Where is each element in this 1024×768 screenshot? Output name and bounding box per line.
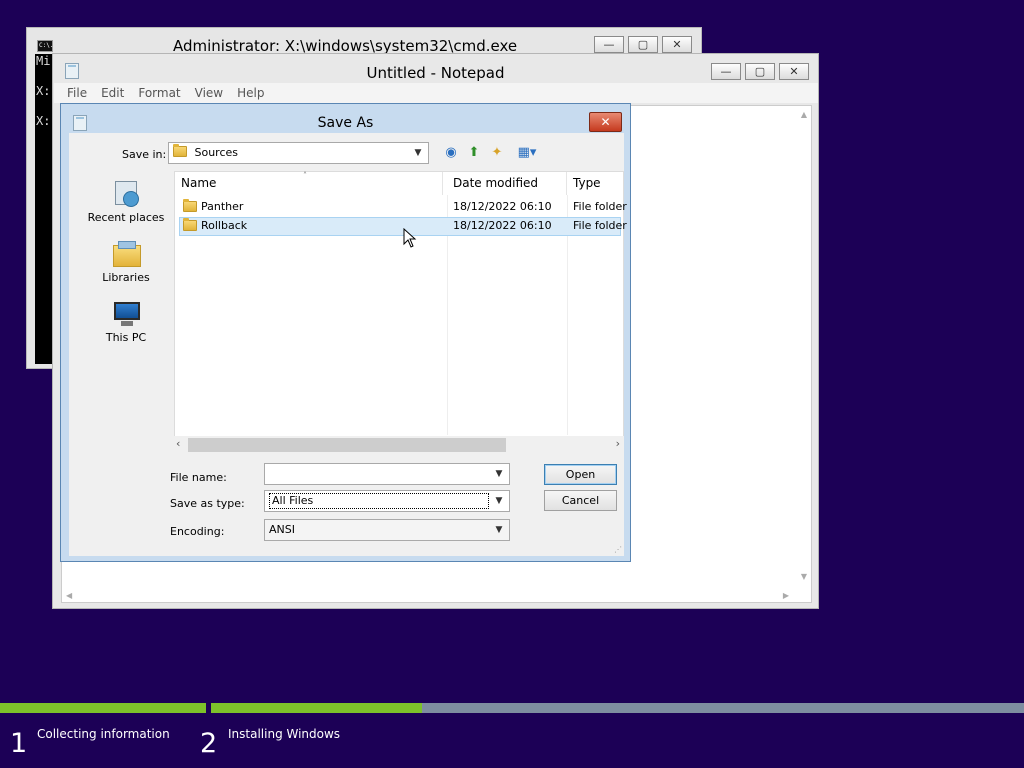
save-in-combo[interactable]: Sources ▼: [168, 142, 429, 164]
notepad-title: Untitled - Notepad: [366, 64, 505, 82]
cmd-close-button[interactable]: ✕: [662, 36, 692, 53]
cmd-minimize-button[interactable]: —: [594, 36, 624, 53]
save-as-type-select[interactable]: All Files ▼: [264, 490, 510, 512]
folder-icon: [183, 218, 197, 231]
place-libraries[interactable]: Libraries: [77, 239, 175, 284]
scroll-thumb[interactable]: [188, 438, 506, 452]
scroll-down-icon[interactable]: ▼: [801, 572, 807, 581]
scroll-right-icon[interactable]: ▶: [783, 591, 789, 600]
date-cell: 18/12/2022 06:10: [453, 219, 552, 232]
recent-places-icon: [111, 179, 141, 209]
cmd-icon: C:\.: [37, 40, 53, 52]
file-name-input[interactable]: ▼: [264, 463, 510, 485]
dialog-close-button[interactable]: ✕: [589, 112, 622, 132]
scroll-left-icon[interactable]: ◀: [66, 591, 72, 600]
save-as-dialog[interactable]: Save As ✕ Save in: Sources ▼ ◉ ⬆ ✦ ▦▾ Re…: [60, 103, 631, 562]
file-name-cell: Rollback: [201, 219, 248, 232]
step2-progress-bar: [211, 703, 1024, 713]
menu-help[interactable]: Help: [230, 83, 271, 103]
libraries-icon: [111, 239, 141, 269]
new-folder-icon[interactable]: ✦: [488, 143, 506, 161]
table-row-selected[interactable]: Rollback 18/12/2022 06:10 File folder: [179, 217, 627, 236]
chevron-down-icon[interactable]: ▼: [491, 520, 507, 540]
date-cell: 18/12/2022 06:10: [453, 200, 552, 213]
folder-icon: [183, 199, 197, 212]
cancel-button[interactable]: Cancel: [544, 490, 617, 511]
save-as-type-value: All Files: [269, 493, 489, 509]
resize-grip-icon[interactable]: ⋰: [614, 545, 622, 554]
place-recent[interactable]: Recent places: [77, 179, 175, 224]
column-header-type[interactable]: Type: [567, 172, 623, 195]
chevron-down-icon[interactable]: ▼: [491, 491, 507, 511]
type-cell: File folder: [573, 200, 627, 213]
folder-icon: [173, 144, 187, 157]
save-as-type-label: Save as type:: [170, 497, 245, 510]
place-label: This PC: [105, 331, 147, 344]
step1-number: 1: [10, 728, 28, 759]
type-cell: File folder: [573, 219, 627, 232]
scroll-left-icon[interactable]: ‹: [176, 437, 180, 450]
file-list[interactable]: Name ˄ Date modified Type Panther 18/12/…: [174, 171, 627, 454]
step2-number: 2: [200, 728, 218, 759]
column-header-date[interactable]: Date modified: [447, 172, 567, 195]
encoding-select[interactable]: ANSI ▼: [264, 519, 510, 541]
notepad-maximize-button[interactable]: ▢: [745, 63, 775, 80]
sort-arrow-icon: ˄: [303, 171, 307, 180]
back-icon[interactable]: ◉: [442, 143, 460, 161]
notepad-menubar: File Edit Format View Help: [54, 83, 818, 103]
dialog-title: Save As: [317, 115, 374, 131]
computer-icon: [111, 299, 141, 329]
notepad-minimize-button[interactable]: —: [711, 63, 741, 80]
file-name-cell: Panther: [201, 200, 244, 213]
chevron-down-icon: ▼: [414, 148, 422, 158]
place-label: Recent places: [87, 211, 165, 224]
dialog-body: Save in: Sources ▼ ◉ ⬆ ✦ ▦▾ Recent place…: [69, 133, 627, 559]
column-header-name[interactable]: Name ˄: [175, 171, 443, 195]
horizontal-scrollbar[interactable]: ‹ ›: [174, 436, 624, 454]
step1-progress-bar: [0, 703, 206, 713]
encoding-value: ANSI: [269, 523, 295, 536]
step1-progress-fill: [0, 703, 206, 713]
notepad-close-button[interactable]: ✕: [779, 63, 809, 80]
save-in-label: Save in:: [122, 148, 167, 161]
step1-label: Collecting information: [37, 727, 170, 741]
view-menu-icon[interactable]: ▦▾: [513, 143, 541, 161]
cmd-maximize-button[interactable]: ▢: [628, 36, 658, 53]
scroll-up-icon[interactable]: ▲: [801, 110, 807, 119]
file-name-label: File name:: [170, 471, 227, 484]
menu-file[interactable]: File: [60, 83, 94, 103]
mouse-cursor-icon: [403, 228, 417, 248]
up-folder-icon[interactable]: ⬆: [465, 143, 483, 161]
scroll-right-icon[interactable]: ›: [616, 437, 620, 450]
menu-format[interactable]: Format: [131, 83, 187, 103]
place-label: Libraries: [102, 271, 150, 284]
open-button[interactable]: Open: [544, 464, 617, 485]
encoding-label: Encoding:: [170, 525, 225, 538]
place-this-pc[interactable]: This PC: [77, 299, 175, 344]
table-row[interactable]: Panther 18/12/2022 06:10 File folder: [179, 198, 627, 217]
menu-view[interactable]: View: [188, 83, 230, 103]
step2-label: Installing Windows: [228, 727, 341, 741]
step2-progress-fill: [211, 703, 423, 713]
places-bar: Recent places Libraries This PC: [77, 169, 173, 559]
menu-edit[interactable]: Edit: [94, 83, 131, 103]
chevron-down-icon[interactable]: ▼: [491, 464, 507, 484]
column-label: Name: [181, 176, 217, 190]
save-in-value: Sources: [194, 146, 239, 159]
